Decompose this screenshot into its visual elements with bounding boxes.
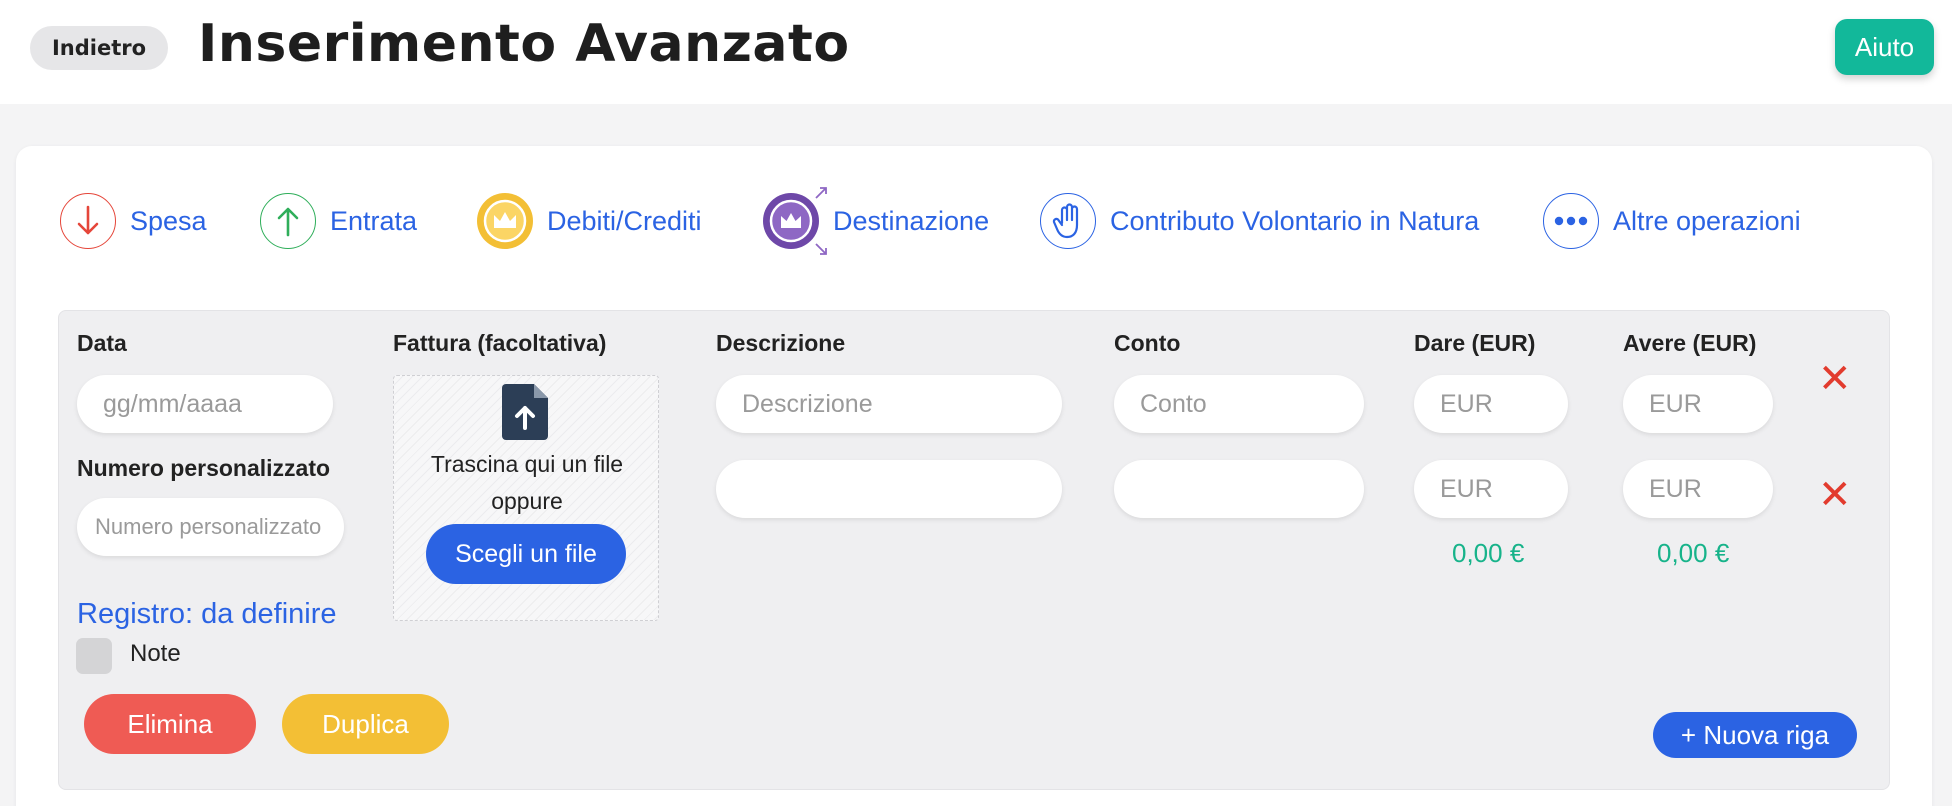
operation-contributo-volontario[interactable]: Contributo Volontario in Natura [1040, 192, 1479, 250]
delete-row-icon[interactable]: ✕ [1818, 475, 1852, 515]
custom-number-label: Numero personalizzato [77, 455, 331, 481]
note-label: Note [130, 640, 181, 667]
account-input[interactable] [1114, 375, 1364, 433]
arrow-down-icon [60, 193, 116, 249]
operation-label: Altre operazioni [1613, 205, 1801, 236]
debit-input[interactable] [1414, 375, 1568, 433]
account-label: Conto [1114, 330, 1181, 356]
delete-button[interactable]: Elimina [84, 694, 256, 754]
operation-spesa[interactable]: Spesa [60, 192, 207, 250]
registro-link[interactable]: Registro: da definire [77, 598, 337, 631]
crown-icon [477, 193, 533, 249]
custom-number-input[interactable] [77, 498, 344, 556]
delete-row-icon[interactable]: ✕ [1818, 359, 1852, 399]
operation-entrata[interactable]: Entrata [260, 192, 417, 250]
hand-icon [1040, 193, 1096, 249]
file-dropzone[interactable]: Trascina qui un file oppure Scegli un fi… [393, 375, 659, 621]
debit-input[interactable] [1414, 460, 1568, 518]
help-button[interactable]: Aiuto [1835, 19, 1934, 75]
credit-input[interactable] [1623, 375, 1773, 433]
arrow-up-icon [260, 193, 316, 249]
drop-text-or: oppure [491, 488, 563, 514]
drop-text: Trascina qui un file [430, 451, 624, 477]
operation-label: Destinazione [833, 205, 990, 236]
duplicate-button[interactable]: Duplica [282, 694, 449, 754]
crown-arrows-icon [763, 187, 827, 255]
operation-label: Entrata [330, 205, 418, 236]
credit-input[interactable] [1623, 460, 1773, 518]
more-dots-icon [1543, 193, 1599, 249]
credit-total: 0,00 € [1657, 538, 1730, 568]
operation-debiti-crediti[interactable]: Debiti/Crediti [477, 192, 702, 250]
choose-file-button[interactable]: Scegli un file [426, 524, 626, 584]
new-row-button[interactable]: + Nuova riga [1653, 712, 1857, 758]
description-input[interactable] [716, 460, 1062, 518]
page-title: Inserimento Avanzato [198, 14, 850, 74]
date-label: Data [77, 330, 127, 356]
operation-altre[interactable]: Altre operazioni [1543, 192, 1801, 250]
operation-destinazione[interactable]: Destinazione [763, 187, 990, 255]
operation-label: Contributo Volontario in Natura [1110, 205, 1480, 236]
top-bar: Indietro Inserimento Avanzato Aiuto [0, 0, 1952, 104]
operation-label: Debiti/Crediti [547, 205, 702, 236]
description-label: Descrizione [716, 330, 846, 356]
debit-total: 0,00 € [1452, 538, 1525, 568]
note-checkbox[interactable] [76, 638, 112, 674]
description-input[interactable] [716, 375, 1062, 433]
account-input[interactable] [1114, 460, 1364, 518]
date-input[interactable] [77, 375, 333, 433]
invoice-label: Fattura (facoltativa) [393, 330, 607, 356]
file-upload-icon [502, 384, 548, 440]
credit-label: Avere (EUR) [1623, 330, 1757, 356]
operation-label: Spesa [130, 205, 207, 236]
back-button[interactable]: Indietro [30, 26, 168, 70]
debit-label: Dare (EUR) [1414, 330, 1536, 356]
